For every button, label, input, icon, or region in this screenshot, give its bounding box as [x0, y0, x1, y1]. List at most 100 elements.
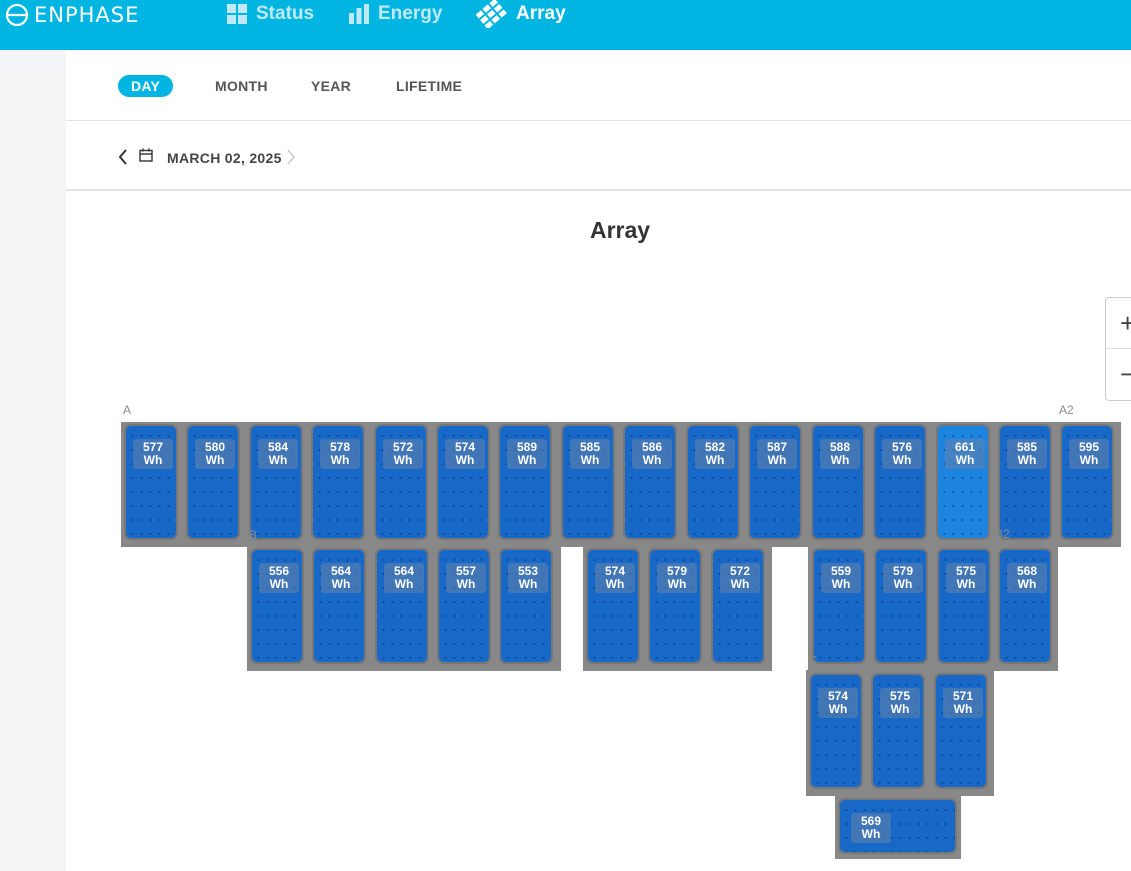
solar-panel[interactable]: 571 Wh	[934, 673, 988, 789]
panel-energy-label: 559 Wh	[821, 563, 861, 593]
chevron-left-icon[interactable]	[118, 149, 128, 165]
grid-icon	[227, 4, 247, 24]
panel-energy-label: 568 Wh	[1007, 563, 1047, 593]
tab-year[interactable]: YEAR	[311, 77, 351, 95]
nav-array-label: Array	[516, 3, 566, 24]
solar-panel[interactable]: 575 Wh	[937, 548, 991, 664]
solar-panel[interactable]: 574 Wh	[809, 673, 863, 789]
panel-energy-label: 582 Wh	[695, 439, 735, 469]
tab-month[interactable]: MONTH	[215, 77, 268, 95]
panel-energy-unit: Wh	[205, 453, 225, 467]
brand-name: ENPHASE	[34, 3, 140, 27]
selected-date[interactable]: MARCH 02, 2025	[167, 150, 282, 166]
chevron-right-icon[interactable]	[286, 149, 296, 165]
zoom-in-button[interactable]: +	[1106, 298, 1131, 348]
solar-panel[interactable]: 556 Wh	[250, 548, 304, 664]
panel-energy-label: 556 Wh	[259, 563, 299, 593]
panel-energy-label: 578 Wh	[320, 439, 360, 469]
group-label-c: C	[808, 653, 817, 667]
top-navigation-bar: ENPHASE Status Energy Array	[0, 0, 1131, 50]
panel-energy-unit: Wh	[730, 577, 750, 591]
calendar-icon[interactable]	[139, 148, 153, 162]
array-title: Array	[590, 217, 651, 243]
zoom-out-button[interactable]: −	[1106, 349, 1131, 399]
solar-panel[interactable]: 575 Wh	[871, 673, 925, 789]
panel-energy-unit: Wh	[268, 453, 288, 467]
group-label-a2: A2	[1059, 403, 1074, 417]
date-navigator: MARCH 02, 2025	[66, 121, 1131, 191]
solar-panel[interactable]: 553 Wh	[499, 548, 553, 664]
solar-panel[interactable]: 585 Wh	[561, 424, 615, 540]
solar-panel[interactable]: 576 Wh	[873, 424, 927, 540]
panel-energy-unit: Wh	[517, 453, 537, 467]
panel-energy-unit: Wh	[269, 577, 289, 591]
solar-panel[interactable]: 588 Wh	[811, 424, 865, 540]
solar-panel[interactable]: 564 Wh	[312, 548, 366, 664]
nav-array[interactable]: Array	[476, 0, 566, 28]
panel-energy-label: 585 Wh	[1007, 439, 1047, 469]
panel-energy-label: 574 Wh	[818, 688, 858, 718]
nav-status[interactable]: Status	[226, 0, 314, 28]
panel-energy-unit: Wh	[605, 577, 625, 591]
solar-panel[interactable]: 574 Wh	[586, 548, 640, 664]
group-label-b2: B2	[995, 527, 1010, 541]
panel-energy-label: 575 Wh	[880, 688, 920, 718]
panel-energy-label: 574 Wh	[595, 563, 635, 593]
solar-panel[interactable]: 586 Wh	[623, 424, 677, 540]
solar-panel[interactable]: 568 Wh	[998, 548, 1052, 664]
panel-energy-unit: Wh	[828, 702, 848, 716]
panel-energy-unit: Wh	[892, 453, 912, 467]
solar-panel[interactable]: 574 Wh	[436, 424, 490, 540]
solar-panel[interactable]: 579 Wh	[874, 548, 928, 664]
group-label-a: A	[123, 403, 132, 417]
solar-panel[interactable]: 582 Wh	[686, 424, 740, 540]
panel-energy-label: 580 Wh	[195, 439, 235, 469]
panel-energy-unit: Wh	[1017, 453, 1037, 467]
panel-energy-label: 576 Wh	[882, 439, 922, 469]
panel-energy-unit: Wh	[767, 453, 787, 467]
solar-panel[interactable]: 595 Wh	[1060, 424, 1114, 540]
panel-energy-unit: Wh	[518, 577, 538, 591]
panel-energy-unit: Wh	[667, 577, 687, 591]
solar-panel[interactable]: 585 Wh	[998, 424, 1052, 540]
tab-day[interactable]: DAY	[118, 75, 174, 97]
solar-panel[interactable]: 572 Wh	[711, 548, 765, 664]
panel-energy-label: 584 Wh	[258, 439, 298, 469]
solar-panel[interactable]: 569 Wh	[838, 798, 957, 854]
solar-panel[interactable]: 661 Wh	[936, 424, 990, 540]
panel-energy-unit: Wh	[330, 453, 350, 467]
solar-panel[interactable]: 557 Wh	[437, 548, 491, 664]
solar-panel[interactable]: 580 Wh	[186, 424, 240, 540]
panel-energy-label: 572 Wh	[383, 439, 423, 469]
panel-energy-label: 579 Wh	[883, 563, 923, 593]
solar-panel[interactable]: 577 Wh	[124, 424, 178, 540]
left-sidebar	[0, 50, 66, 871]
panel-energy-unit: Wh	[393, 453, 413, 467]
solar-panel[interactable]: 589 Wh	[498, 424, 552, 540]
panel-energy-label: 572 Wh	[720, 563, 760, 593]
panel-energy-label: 589 Wh	[507, 439, 547, 469]
panel-energy-label: 595 Wh	[1069, 439, 1109, 469]
solar-panel[interactable]: 572 Wh	[374, 424, 428, 540]
tab-lifetime[interactable]: LIFETIME	[396, 77, 462, 95]
nav-energy-label: Energy	[378, 3, 443, 24]
panel-energy-label: 575 Wh	[946, 563, 986, 593]
panel-energy-label: 574 Wh	[445, 439, 485, 469]
bar-chart-icon	[349, 4, 369, 24]
panel-energy-unit: Wh	[456, 577, 476, 591]
panel-energy-unit: Wh	[890, 702, 910, 716]
solar-panel[interactable]: 578 Wh	[311, 424, 365, 540]
solar-panel[interactable]: 564 Wh	[375, 548, 429, 664]
panel-energy-unit: Wh	[143, 453, 163, 467]
panel-energy-label: 661 Wh	[945, 439, 985, 469]
solar-panel[interactable]: 579 Wh	[648, 548, 702, 664]
panel-energy-unit: Wh	[955, 453, 975, 467]
nav-energy[interactable]: Energy	[348, 0, 442, 28]
enphase-logo[interactable]: ENPHASE	[4, 2, 139, 28]
panel-energy-label: 579 Wh	[657, 563, 697, 593]
panel-energy-unit: Wh	[642, 453, 662, 467]
solar-panel[interactable]: 559 Wh	[812, 548, 866, 664]
solar-panel[interactable]: 587 Wh	[748, 424, 802, 540]
solar-panel[interactable]: 584 Wh	[249, 424, 303, 540]
panel-energy-unit: Wh	[394, 577, 414, 591]
